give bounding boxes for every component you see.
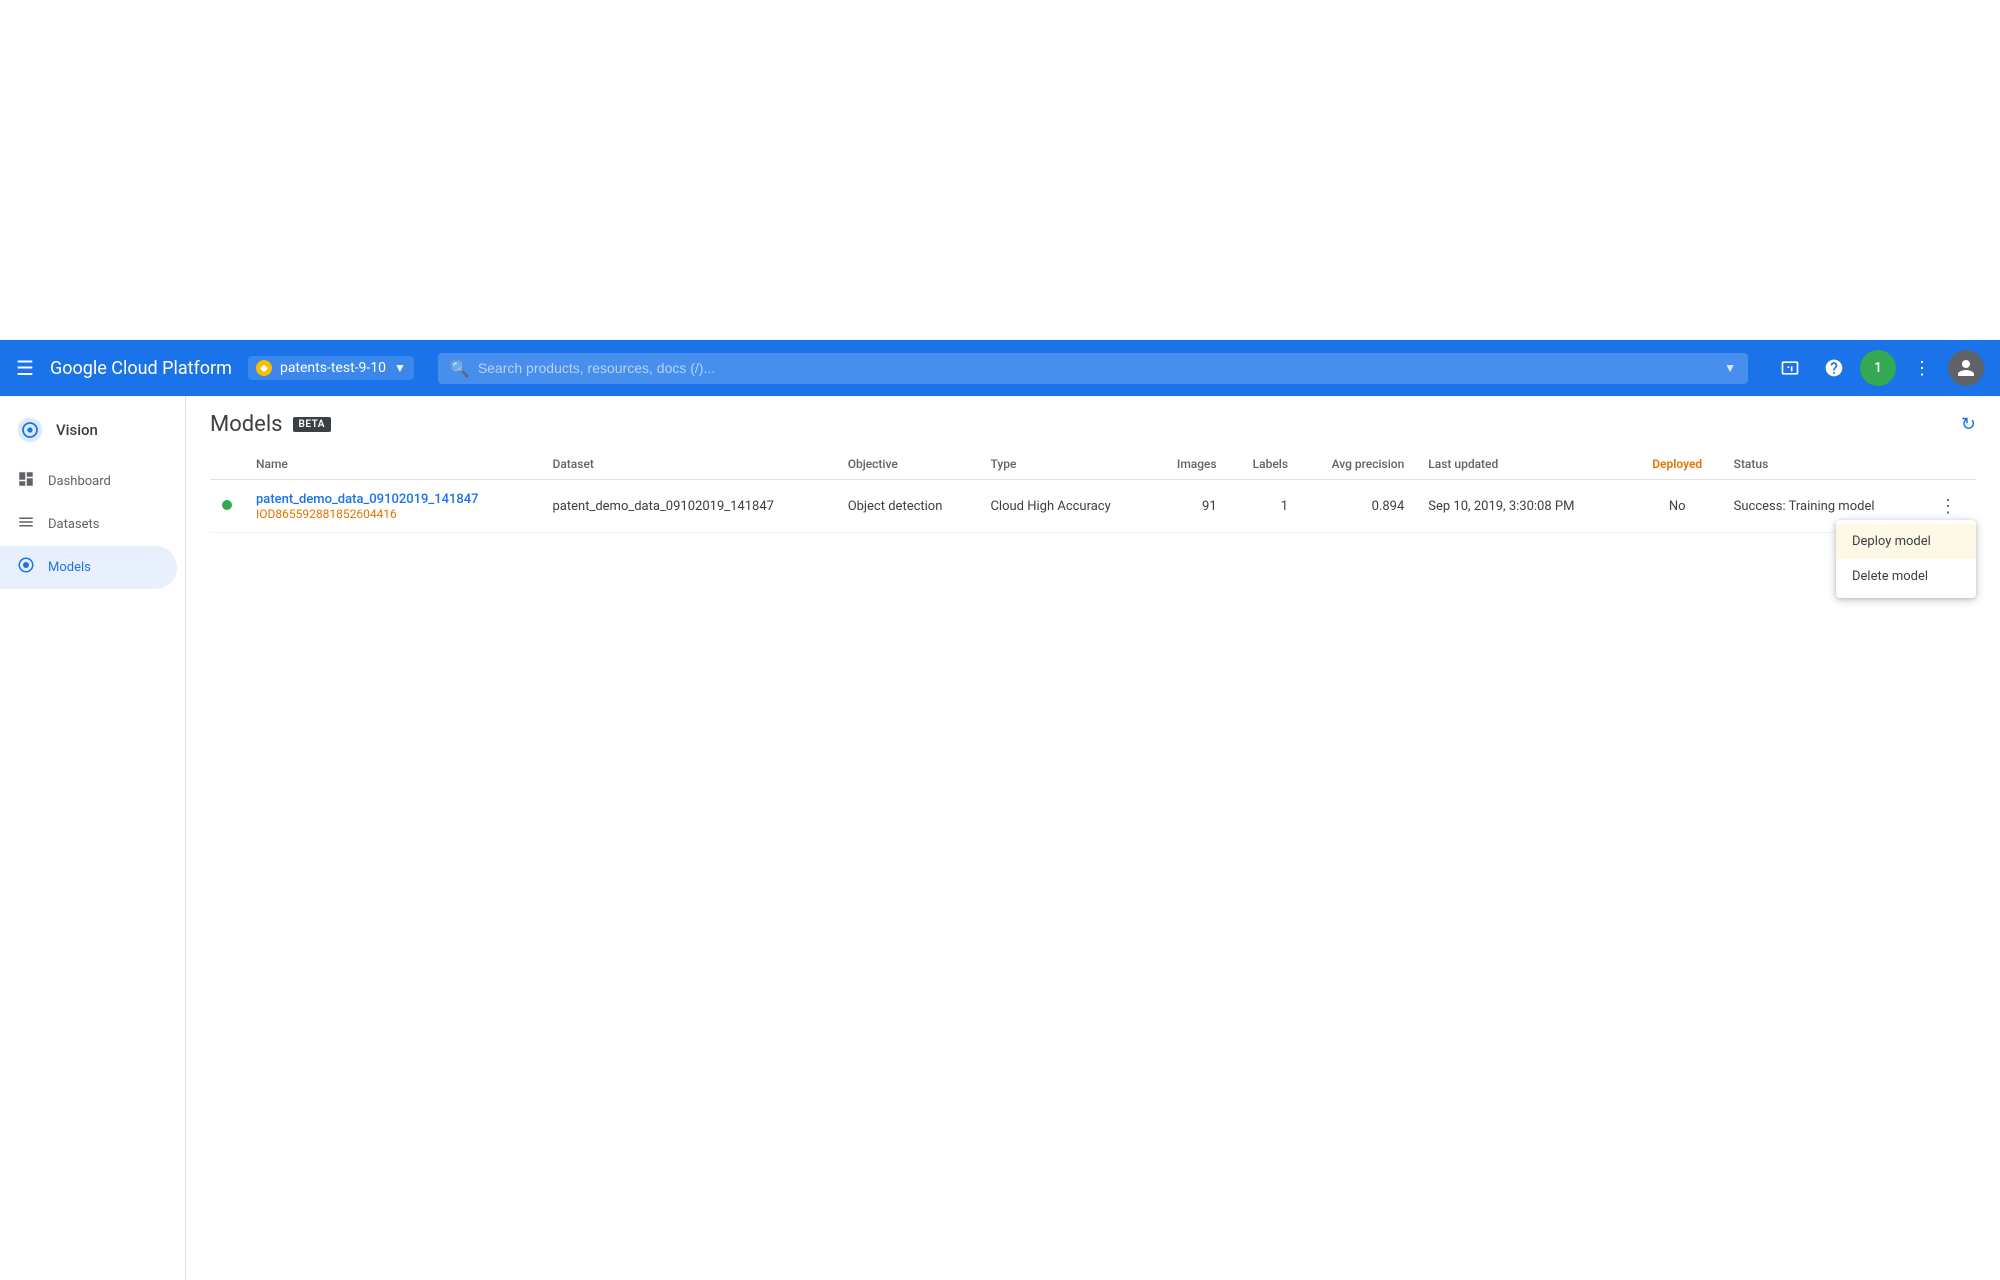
context-menu-delete[interactable]: Delete model: [1836, 559, 1976, 594]
search-bar: 🔍 ▼: [438, 353, 1748, 384]
col-header-type: Type: [978, 449, 1152, 480]
row-images-cell: 91: [1152, 480, 1229, 533]
col-header-labels: Labels: [1229, 449, 1300, 480]
sidebar-item-models-label: Models: [48, 560, 91, 575]
cloud-shell-button[interactable]: [1772, 350, 1808, 386]
sidebar-item-dashboard-label: Dashboard: [48, 474, 111, 489]
page-header: Models BETA ↻: [186, 396, 2000, 437]
top-navbar: ☰ Google Cloud Platform ◆ patents-test-9…: [0, 340, 2000, 396]
beta-badge: BETA: [293, 417, 331, 432]
context-menu: Deploy model Delete model: [1836, 520, 1976, 598]
main-layout: Vision Dashboard Datasets Models Models: [0, 396, 2000, 1280]
col-header-avg-precision: Avg precision: [1300, 449, 1416, 480]
sidebar-item-dashboard[interactable]: Dashboard: [0, 460, 177, 503]
sidebar: Vision Dashboard Datasets Models: [0, 396, 186, 1280]
context-menu-deploy[interactable]: Deploy model: [1836, 524, 1976, 559]
row-actions-cell: ⋮ Deploy model Delete model: [1920, 480, 1976, 533]
models-table-container: Name Dataset Objective Type Images Label…: [186, 437, 2000, 545]
user-avatar[interactable]: [1948, 350, 1984, 386]
col-header-name: Name: [244, 449, 541, 480]
row-objective-cell: Object detection: [836, 480, 979, 533]
row-more-button[interactable]: ⋮: [1932, 490, 1964, 522]
dashboard-icon: [16, 470, 36, 493]
project-name: patents-test-9-10: [280, 360, 386, 376]
page-title-row: Models BETA: [210, 412, 331, 437]
sidebar-item-datasets-label: Datasets: [48, 517, 100, 532]
hamburger-menu-button[interactable]: ☰: [16, 356, 34, 380]
models-table: Name Dataset Objective Type Images Label…: [210, 449, 1976, 533]
models-icon: [16, 556, 36, 579]
content-area: Models BETA ↻ Name Dataset Objective Typ…: [186, 396, 2000, 1280]
model-name-link[interactable]: patent_demo_data_09102019_141847: [256, 492, 529, 507]
sidebar-item-datasets[interactable]: Datasets: [0, 503, 177, 546]
col-header-objective: Objective: [836, 449, 979, 480]
sidebar-title: Vision: [56, 421, 98, 439]
col-header-dataset: Dataset: [541, 449, 836, 480]
row-name-cell: patent_demo_data_09102019_141847 IOD8655…: [244, 480, 541, 533]
model-id[interactable]: IOD865592881852604416: [256, 507, 529, 521]
col-header-status: Status: [1722, 449, 1920, 480]
page-title: Models: [210, 412, 283, 437]
navbar-right: 1 ⋮: [1772, 350, 1984, 386]
sidebar-item-models[interactable]: Models: [0, 546, 177, 589]
help-button[interactable]: [1816, 350, 1852, 386]
col-header-actions: [1920, 449, 1976, 480]
search-icon: 🔍: [450, 359, 470, 378]
project-dropdown-arrow: ▼: [394, 361, 406, 375]
row-dataset-cell: patent_demo_data_09102019_141847: [541, 480, 836, 533]
row-deployed-cell: No: [1633, 480, 1722, 533]
row-last-updated-cell: Sep 10, 2019, 3:30:08 PM: [1416, 480, 1632, 533]
more-options-button[interactable]: ⋮: [1904, 350, 1940, 386]
project-selector[interactable]: ◆ patents-test-9-10 ▼: [248, 356, 414, 380]
vision-logo: [16, 416, 44, 444]
model-name-container: patent_demo_data_09102019_141847 IOD8655…: [256, 492, 529, 521]
row-type-cell: Cloud High Accuracy: [978, 480, 1152, 533]
sidebar-header: Vision: [0, 404, 185, 456]
project-icon: ◆: [256, 360, 272, 376]
datasets-icon: [16, 513, 36, 536]
col-header-status-dot: [210, 449, 244, 480]
refresh-button[interactable]: ↻: [1961, 414, 1976, 435]
notification-badge[interactable]: 1: [1860, 350, 1896, 386]
navbar-left: ☰ Google Cloud Platform ◆ patents-test-9…: [16, 356, 414, 380]
search-dropdown-arrow[interactable]: ▼: [1724, 361, 1736, 375]
gcp-logo: Google Cloud Platform: [50, 358, 232, 379]
row-avg-precision-cell: 0.894: [1300, 480, 1416, 533]
col-header-deployed: Deployed: [1633, 449, 1722, 480]
navbar-search: 🔍 ▼: [438, 353, 1748, 384]
status-dot-green: [222, 500, 232, 510]
row-labels-cell: 1: [1229, 480, 1300, 533]
table-row: patent_demo_data_09102019_141847 IOD8655…: [210, 480, 1976, 533]
col-header-last-updated: Last updated: [1416, 449, 1632, 480]
search-input[interactable]: [478, 360, 1716, 376]
row-status-dot-cell: [210, 480, 244, 533]
col-header-images: Images: [1152, 449, 1229, 480]
